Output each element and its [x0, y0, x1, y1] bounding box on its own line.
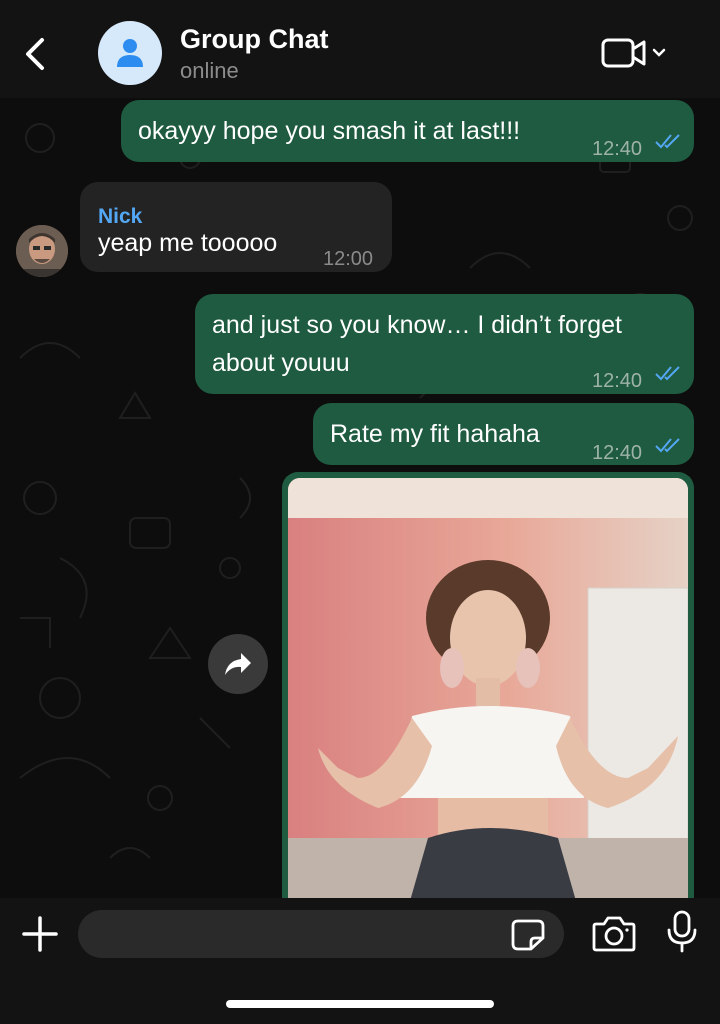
outgoing-message[interactable]: and just so you know… I didn’t forget ab…	[195, 294, 694, 394]
attach-button[interactable]	[20, 914, 60, 954]
chat-header: Group Chat online	[0, 0, 720, 98]
message-input[interactable]	[78, 910, 564, 958]
message-time: 12:40	[592, 138, 643, 160]
camera-button[interactable]	[592, 914, 636, 952]
message-text-line2: about youuu	[212, 349, 350, 377]
chat-title[interactable]: Group Chat	[180, 24, 329, 55]
message-text: okayyy hope you smash it at last!!!	[138, 117, 521, 145]
sticker-button[interactable]	[510, 918, 546, 952]
message-text: yeap me tooooo	[98, 229, 278, 257]
message-time: 12:00	[323, 248, 374, 270]
read-receipt-icon	[655, 134, 680, 149]
microphone-icon	[667, 910, 697, 953]
camera-icon	[592, 916, 636, 952]
chevron-left-icon	[26, 38, 44, 70]
forward-button[interactable]	[208, 634, 268, 694]
chat-status: online	[180, 58, 239, 83]
read-receipt-icon	[655, 366, 680, 381]
video-call-button[interactable]	[600, 36, 672, 72]
outgoing-message[interactable]: Rate my fit hahaha 12:40	[313, 403, 694, 465]
video-call-icon	[601, 38, 666, 68]
back-button[interactable]	[18, 34, 52, 74]
incoming-message[interactable]: Nick yeap me tooooo 12:00	[80, 182, 392, 272]
message-time: 12:40	[592, 370, 643, 392]
outgoing-message[interactable]: okayyy hope you smash it at last!!! 12:4…	[121, 100, 694, 162]
read-receipt-icon	[655, 438, 680, 453]
message-text: Rate my fit hahaha	[330, 420, 540, 448]
forward-arrow-icon	[225, 653, 251, 675]
message-list[interactable]: okayyy hope you smash it at last!!! 12:4…	[0, 98, 720, 898]
message-text-line1: and just so you know… I didn’t forget	[212, 311, 622, 339]
sticker-icon	[511, 919, 545, 951]
home-indicator[interactable]	[226, 1000, 494, 1008]
sender-avatar[interactable]	[16, 225, 68, 277]
person-icon	[117, 39, 143, 67]
voice-message-button[interactable]	[666, 910, 698, 954]
group-avatar[interactable]	[98, 21, 162, 85]
photo-thumbnail[interactable]	[288, 478, 688, 898]
message-time: 12:40	[592, 442, 643, 464]
plus-icon	[22, 916, 58, 952]
image-message[interactable]	[282, 472, 694, 898]
